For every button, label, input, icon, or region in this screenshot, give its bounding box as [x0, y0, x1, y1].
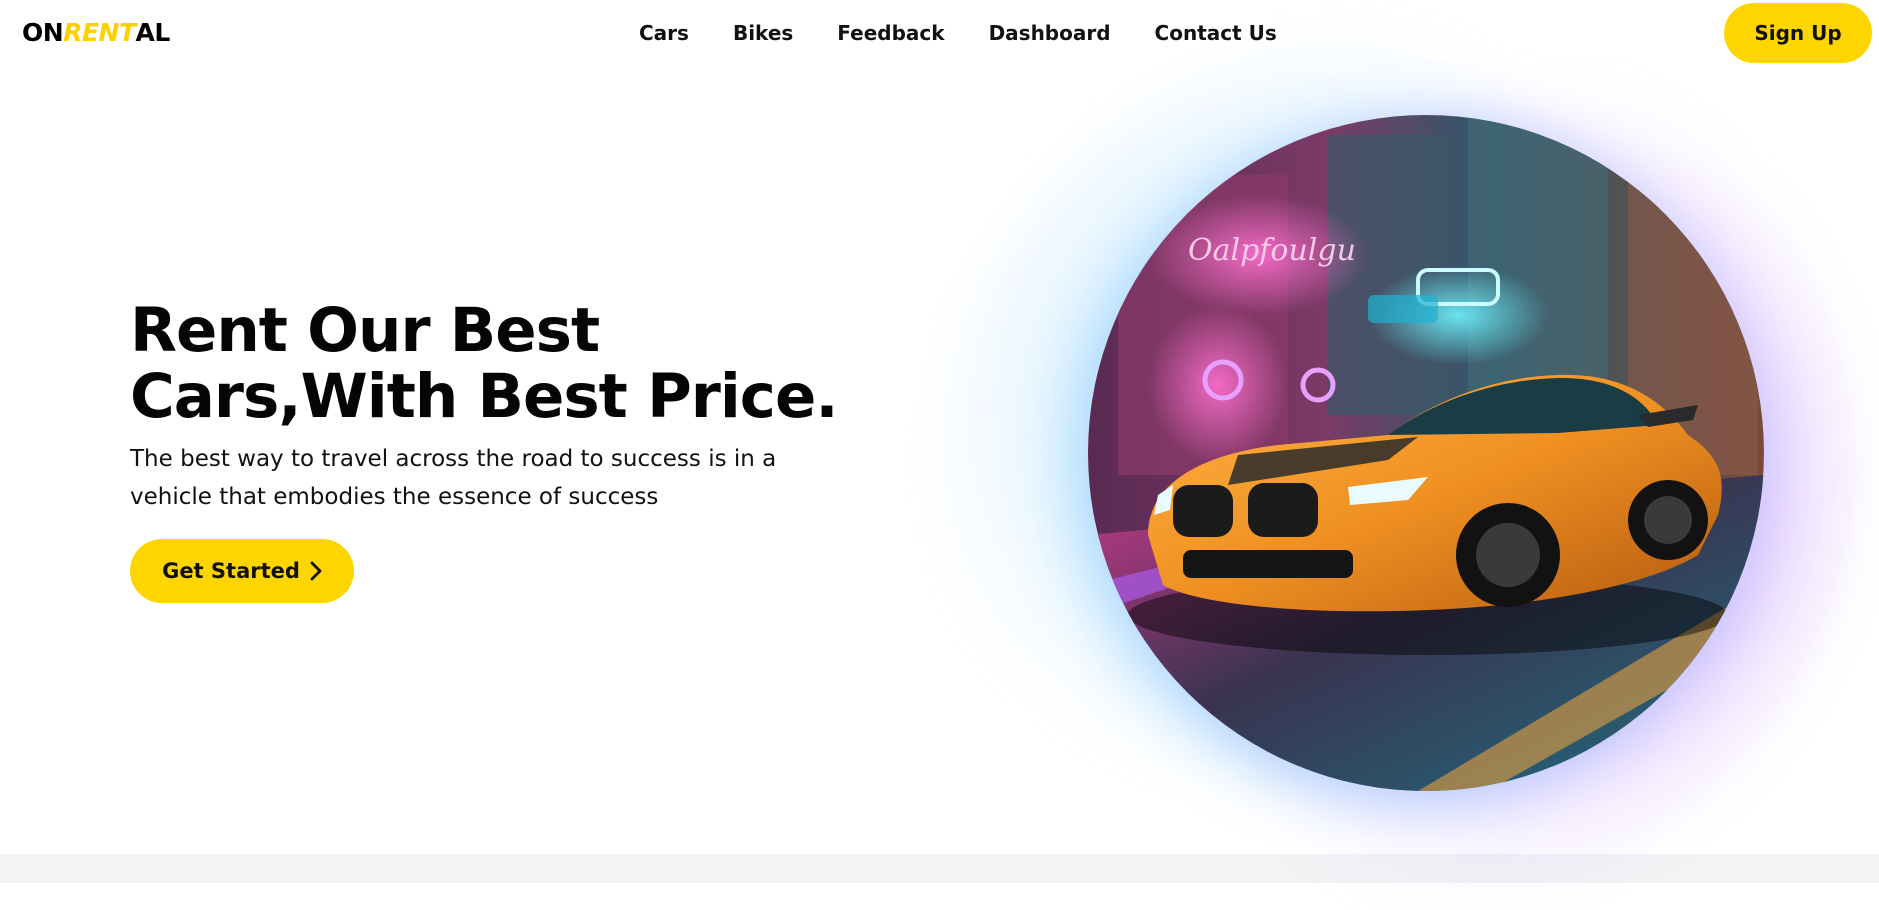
hero-title-line-2: Cars,With Best Price. [130, 361, 838, 432]
brand-logo[interactable]: ONRENTAL [22, 18, 170, 48]
nav-item-contact-us[interactable]: Contact Us [1155, 20, 1277, 46]
logo-part-al: AL [135, 18, 171, 47]
site-header: ONRENTAL Cars Bikes Feedback Dashboard C… [0, 0, 1879, 66]
hero-title-line-1: Rent Our Best [130, 295, 600, 366]
chevron-right-icon [310, 561, 322, 581]
get-started-label: Get Started [162, 559, 300, 583]
hero-title: Rent Our Best Cars,With Best Price. [130, 298, 850, 430]
hero-subtitle: The best way to travel across the road t… [130, 446, 777, 510]
logo-part-on: ON [22, 18, 64, 47]
main-nav: Cars Bikes Feedback Dashboard Contact Us [639, 20, 1277, 46]
logo-part-rent: RENT [63, 18, 136, 47]
hero-section: Rent Our Best Cars,With Best Price. The … [130, 298, 850, 516]
svg-text:Oalpfoulgu: Oalpfoulgu [1188, 233, 1356, 268]
nav-item-dashboard[interactable]: Dashboard [989, 20, 1111, 46]
hero-car-image: Oalpfoulgu [1088, 115, 1764, 791]
car-illustration: Oalpfoulgu [1088, 115, 1764, 791]
sign-up-button[interactable]: Sign Up [1724, 3, 1872, 63]
nav-item-cars[interactable]: Cars [639, 20, 689, 46]
nav-item-bikes[interactable]: Bikes [733, 20, 793, 46]
nav-item-feedback[interactable]: Feedback [837, 20, 944, 46]
get-started-button[interactable]: Get Started [130, 539, 354, 603]
